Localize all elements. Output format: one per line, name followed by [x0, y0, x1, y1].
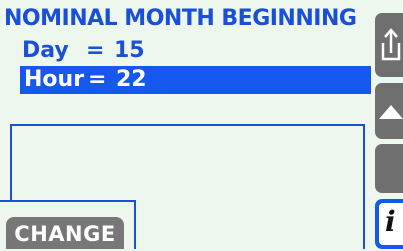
param-value: 15: [114, 38, 145, 63]
param-value: 22: [116, 67, 147, 92]
page-title: NOMINAL MONTH BEGINNING: [4, 6, 357, 31]
info-button-face: i: [379, 203, 403, 245]
content-frame-left: [10, 124, 12, 200]
export-button[interactable]: [375, 13, 403, 77]
param-label: Hour: [24, 67, 85, 92]
export-icon: [381, 28, 401, 61]
info-icon: i: [385, 205, 396, 238]
content-frame-top: [10, 124, 365, 126]
param-label: Day: [22, 38, 69, 63]
change-button[interactable]: CHANGE: [6, 217, 124, 249]
blank-button[interactable]: [375, 144, 403, 193]
param-equals: =: [86, 38, 105, 63]
scroll-up-button[interactable]: [375, 83, 403, 139]
up-arrow-icon: [379, 105, 403, 119]
device-screen: NOMINAL MONTH BEGINNING Day = 15 Hour = 22 C…: [0, 0, 403, 249]
content-frame-right: [363, 124, 365, 249]
param-row-day[interactable]: Day = 15: [22, 37, 362, 65]
info-button[interactable]: i: [375, 199, 403, 249]
param-row-hour[interactable]: Hour = 22: [20, 66, 372, 94]
param-equals: =: [88, 67, 107, 92]
